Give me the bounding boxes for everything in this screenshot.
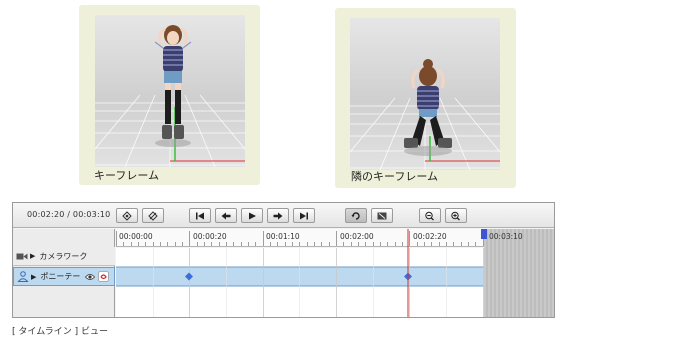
- person-icon: [17, 271, 29, 282]
- go-to-start-button[interactable]: [189, 208, 211, 223]
- keyframe-grid: [116, 248, 484, 317]
- keyframe-preview: [95, 15, 245, 167]
- tick-label: 00:00:00: [119, 232, 153, 241]
- go-to-end-button[interactable]: [293, 208, 315, 223]
- track-label: ポニーテー: [40, 272, 81, 281]
- keyframe-caption: キーフレーム: [94, 169, 160, 182]
- playhead[interactable]: [406, 229, 410, 317]
- tick-label: 00:02:20: [413, 232, 447, 241]
- go-to-end-icon: [300, 212, 308, 219]
- previous-keyframe-icon: [221, 212, 231, 219]
- eye-icon[interactable]: [85, 273, 96, 281]
- end-marker[interactable]: [481, 229, 487, 239]
- next-keyframe-button[interactable]: [267, 208, 289, 223]
- neighbor-keyframe-callout: 隣のキーフレーム: [335, 8, 516, 188]
- neighbor-keyframe-preview: [350, 18, 500, 170]
- track-list: ▶ カメラワーク ▶ ポニーテー: [13, 229, 115, 317]
- range-icon: [377, 212, 387, 219]
- timeline-toolbar: 00:02:20 / 00:03:10: [13, 203, 554, 228]
- play-button[interactable]: [241, 208, 263, 223]
- timeline-view: 00:02:20 / 00:03:10 ▶ カメラワーク ▶ ポニーテー 00:…: [12, 202, 555, 318]
- out-of-range-region: 00:03:10: [484, 229, 554, 317]
- zoom-in-button[interactable]: [445, 208, 467, 223]
- tick-label: 00:00:20: [193, 232, 227, 241]
- keyframe-callout: キーフレーム: [79, 5, 260, 185]
- previous-keyframe-button[interactable]: [215, 208, 237, 223]
- expand-triangle-icon[interactable]: ▶: [31, 273, 36, 281]
- loop-icon: [351, 211, 360, 220]
- go-to-start-icon: [196, 212, 204, 219]
- tick-label: 00:01:10: [266, 232, 300, 241]
- delete-keyframe-button[interactable]: [142, 208, 164, 223]
- zoom-out-button[interactable]: [419, 208, 441, 223]
- end-time-label: 00:03:10: [489, 232, 523, 241]
- tick-label: 00:02:00: [340, 232, 374, 241]
- keyframe-area[interactable]: [116, 248, 484, 317]
- time-ruler[interactable]: 00:00:00 00:00:20 00:01:10 00:02:00 00:0…: [116, 229, 484, 247]
- expand-triangle-icon[interactable]: ▶: [30, 252, 35, 260]
- add-keyframe-icon: [122, 210, 132, 221]
- zoom-out-icon: [425, 211, 434, 220]
- track-model[interactable]: ▶ ポニーテー: [13, 267, 115, 286]
- record-icon[interactable]: [98, 271, 110, 282]
- play-icon: [249, 212, 256, 219]
- character-crouching: [404, 59, 452, 156]
- track-camera[interactable]: ▶ カメラワーク: [13, 247, 115, 266]
- delete-keyframe-icon: [148, 210, 158, 221]
- zoom-in-icon: [451, 211, 460, 220]
- character-standing: [154, 25, 192, 147]
- loop-toggle[interactable]: [345, 208, 367, 223]
- page-caption: [ タイムライン ] ビュー: [12, 327, 108, 337]
- neighbor-keyframe-caption: 隣のキーフレーム: [351, 170, 439, 183]
- time-readout: 00:02:20 / 00:03:10: [27, 210, 111, 219]
- track-label: カメラワーク: [39, 251, 88, 261]
- range-toggle[interactable]: [371, 208, 393, 223]
- next-keyframe-icon: [273, 212, 283, 219]
- add-keyframe-button[interactable]: [116, 208, 138, 223]
- camera-icon: [16, 253, 28, 259]
